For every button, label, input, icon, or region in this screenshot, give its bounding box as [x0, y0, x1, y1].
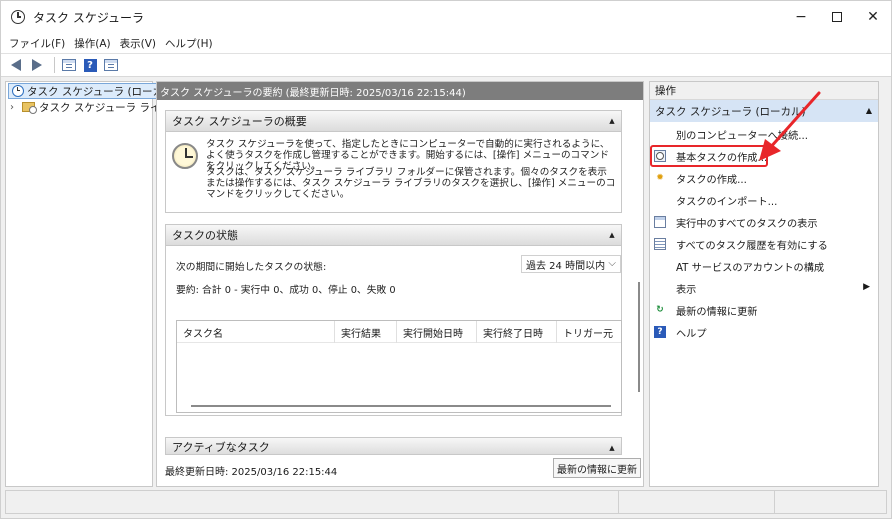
status-period-dropdown[interactable]: 過去 24 時間以内 ⌵	[521, 255, 621, 273]
task-scheduler-window: タスク スケジューラ − ✕ ファイル(F) 操作(A) 表示(V) ヘルプ(H…	[0, 0, 892, 519]
action-label: タスクの作成...	[676, 174, 747, 186]
refresh-icon: ↻	[656, 305, 664, 315]
collapse-icon[interactable]: ▲	[608, 444, 616, 452]
action-label: タスクのインポート...	[676, 196, 778, 208]
console-tree-icon	[62, 59, 76, 71]
status-summary: 要約: 合計 0 - 実行中 0、成功 0、停止 0、失敗 0	[176, 285, 396, 296]
forward-button[interactable]	[28, 57, 46, 73]
section-title: タスクの状態	[172, 229, 238, 242]
action-label: 表示	[676, 284, 697, 296]
clock-icon	[12, 85, 24, 97]
task-status-section-header[interactable]: タスクの状態 ▲	[166, 225, 621, 246]
status-period-label: 次の期間に開始したタスクの状態:	[176, 262, 327, 273]
action-label: ヘルプ	[676, 328, 707, 340]
menu-action[interactable]: 操作(A)	[74, 36, 110, 51]
column-header-task-name[interactable]: タスク名	[177, 321, 335, 343]
action-label: 実行中のすべてのタスクの表示	[676, 218, 818, 230]
horizontal-scrollbar[interactable]	[191, 405, 611, 407]
help-icon: ?	[83, 58, 97, 72]
action-display-running-tasks[interactable]: 実行中のすべてのタスクの表示	[650, 212, 878, 232]
action-create-task[interactable]: ✹ タスクの作成...	[650, 168, 878, 188]
section-title: アクティブなタスク	[172, 440, 270, 454]
task-status-table: タスク名 実行結果 実行開始日時 実行終了日時 トリガー元	[176, 320, 622, 413]
task-scheduler-clock-icon	[172, 143, 198, 169]
help-icon: ?	[654, 326, 666, 338]
status-bar	[5, 490, 887, 514]
clock-icon	[11, 10, 25, 24]
overview-section: タスク スケジューラの概要 ▲ タスク スケジューラを使って、指定したときにコン…	[165, 110, 622, 213]
collapse-icon[interactable]: ▲	[608, 231, 616, 239]
window-controls: − ✕	[783, 1, 891, 33]
window-title: タスク スケジューラ	[33, 10, 144, 25]
column-header-trigger[interactable]: トリガー元	[557, 321, 621, 343]
create-task-icon: ✹	[656, 173, 664, 183]
actions-group-header[interactable]: タスク スケジューラ (ローカル) ▲	[650, 100, 878, 122]
action-import-task[interactable]: タスクのインポート...	[650, 190, 878, 210]
toolbar-separator	[54, 57, 55, 73]
toolbar: ?	[1, 53, 891, 77]
menu-help[interactable]: ヘルプ(H)	[165, 36, 213, 51]
chevron-down-icon: ⌵	[608, 258, 616, 269]
menu-view[interactable]: 表示(V)	[120, 36, 156, 51]
active-tasks-section-header[interactable]: アクティブなタスク ▲	[166, 438, 621, 454]
status-bar-divider	[618, 491, 619, 513]
action-label: すべてのタスク履歴を有効にする	[676, 240, 828, 252]
show-hide-action-pane-button[interactable]	[102, 57, 120, 73]
section-title: タスク スケジューラの概要	[172, 115, 307, 128]
help-toolbar-button[interactable]: ?	[81, 57, 99, 73]
chevron-right-icon[interactable]: ›	[10, 102, 20, 113]
action-label: AT サービスのアカウントの構成	[676, 262, 825, 274]
menu-bar: ファイル(F) 操作(A) 表示(V) ヘルプ(H)	[1, 33, 891, 53]
submenu-arrow-icon: ▶	[863, 282, 870, 292]
title-bar: タスク スケジューラ − ✕	[1, 1, 891, 33]
console-tree: タスク スケジューラ (ローカル) › タスク スケジューラ ライブラリ	[5, 81, 192, 487]
column-header-end-time[interactable]: 実行終了日時	[477, 321, 557, 343]
summary-header: タスク スケジューラの要約 (最終更新日時: 2025/03/16 22:15:…	[157, 82, 643, 100]
history-icon	[654, 238, 666, 250]
show-hide-console-tree-button[interactable]	[60, 57, 78, 73]
actions-pane-title: 操作	[650, 82, 878, 100]
table-header: タスク名 実行結果 実行開始日時 実行終了日時 トリガー元	[177, 321, 621, 343]
action-enable-task-history[interactable]: すべてのタスク履歴を有効にする	[650, 234, 878, 254]
status-bar-divider	[774, 491, 775, 513]
action-refresh[interactable]: ↻ 最新の情報に更新	[650, 300, 878, 320]
action-label: 最新の情報に更新	[676, 306, 758, 318]
action-label: 別のコンピューターへ接続...	[676, 130, 808, 142]
action-connect-computer[interactable]: 別のコンピューターへ接続...	[650, 124, 878, 144]
folder-clock-icon	[22, 102, 37, 114]
menu-file[interactable]: ファイル(F)	[9, 36, 65, 51]
task-status-section: タスクの状態 ▲ 次の期間に開始したタスクの状態: 過去 24 時間以内 ⌵ 要…	[165, 224, 622, 416]
close-button[interactable]: ✕	[855, 1, 891, 33]
highlight-box	[650, 145, 768, 167]
maximize-button[interactable]	[819, 1, 855, 33]
actions-pane: 操作 タスク スケジューラ (ローカル) ▲ 別のコンピューターへ接続... 基…	[649, 81, 879, 487]
minimize-button[interactable]: −	[783, 1, 819, 33]
collapse-icon[interactable]: ▲	[866, 106, 872, 115]
dropdown-value: 過去 24 時間以内	[526, 260, 606, 272]
column-header-result[interactable]: 実行結果	[335, 321, 397, 343]
action-help[interactable]: ? ヘルプ	[650, 322, 878, 342]
actions-group-label: タスク スケジューラ (ローカル)	[655, 105, 806, 118]
action-view[interactable]: 表示 ▶	[650, 278, 878, 298]
action-pane-icon	[104, 59, 118, 71]
action-at-service-account[interactable]: AT サービスのアカウントの構成	[650, 256, 878, 276]
forward-arrow-icon	[32, 59, 42, 71]
back-arrow-icon	[11, 59, 21, 71]
active-tasks-section: アクティブなタスク ▲	[165, 437, 622, 455]
back-button[interactable]	[7, 57, 25, 73]
column-header-start-time[interactable]: 実行開始日時	[397, 321, 477, 343]
overview-paragraph: タスクは、タスク スケジューラ ライブラリ フォルダーに保管されます。個々のタス…	[206, 167, 616, 200]
running-tasks-icon	[654, 216, 666, 228]
collapse-icon[interactable]: ▲	[608, 117, 616, 125]
summary-pane: タスク スケジューラの要約 (最終更新日時: 2025/03/16 22:15:…	[156, 81, 644, 487]
refresh-button[interactable]: 最新の情報に更新	[553, 458, 641, 478]
overview-section-header[interactable]: タスク スケジューラの概要 ▲	[166, 111, 621, 132]
maximize-icon	[832, 12, 842, 22]
vertical-scrollbar[interactable]	[638, 282, 640, 392]
